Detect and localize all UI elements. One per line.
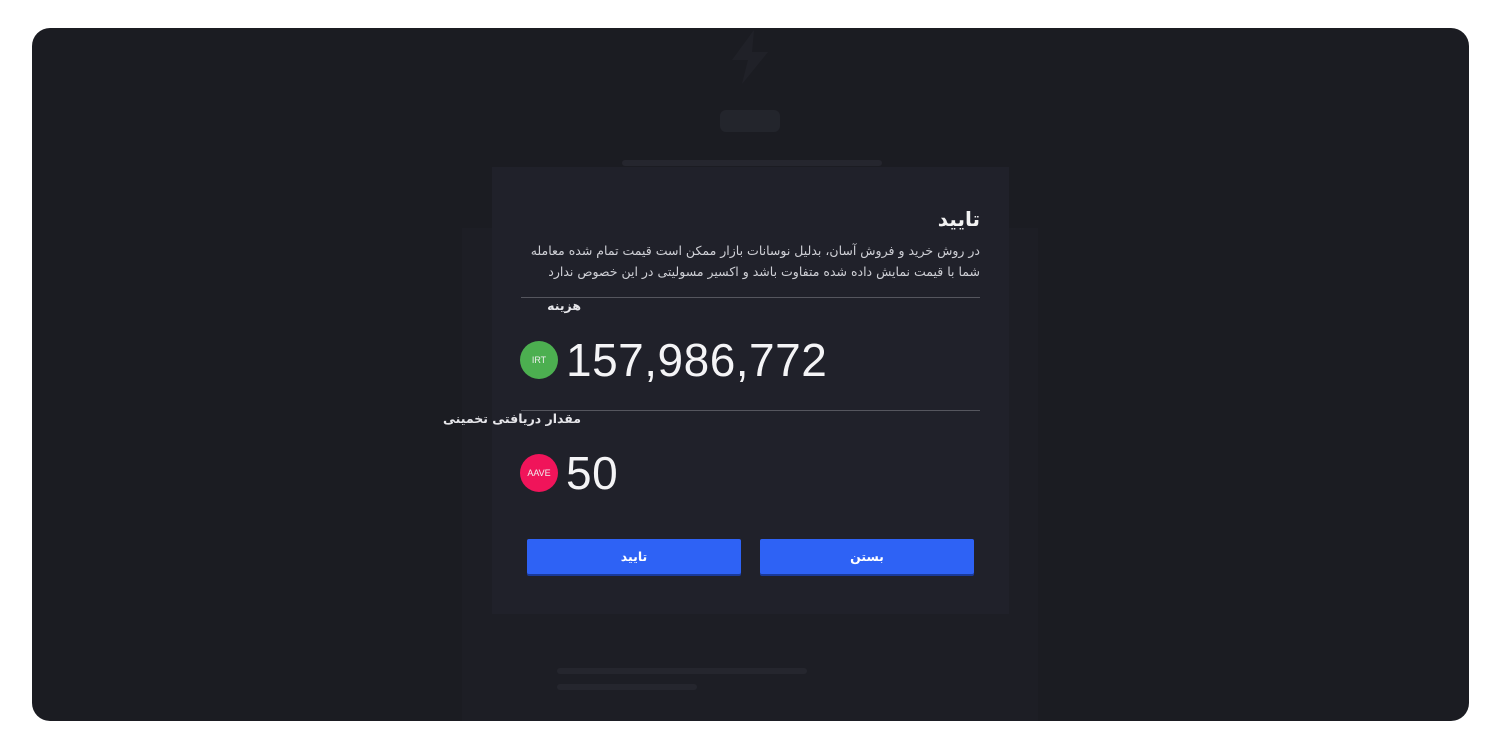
irt-coin-icon: IRT (520, 341, 558, 379)
cost-label: هزینه (547, 298, 581, 313)
aave-coin-icon: AAVE (520, 454, 558, 492)
close-button[interactable]: بستن (760, 539, 974, 574)
background-footer-line (557, 684, 697, 690)
background-subtitle (622, 160, 882, 166)
divider (521, 297, 980, 298)
background-footer-line (557, 668, 807, 674)
receive-amount: 50 (566, 447, 619, 499)
dialog-description: در روش خرید و فروش آسان، بدلیل نوسانات ب… (530, 243, 980, 279)
receive-amount-row: AAVE 50 (520, 446, 618, 500)
app-window: تایید در روش خرید و فروش آسان، بدلیل نوس… (32, 28, 1469, 721)
divider (521, 410, 980, 411)
confirm-dialog: تایید در روش خرید و فروش آسان، بدلیل نوس… (443, 167, 1009, 614)
confirm-button[interactable]: تایید (527, 539, 741, 574)
cost-amount: 157,986,772 (566, 334, 828, 386)
lightning-bolt-icon (732, 30, 768, 84)
cost-amount-row: IRT 157,986,772 (520, 333, 827, 387)
dialog-title: تایید (937, 207, 980, 231)
background-brand-logo (720, 110, 780, 132)
estimated-receive-label: مقدار دریافتی تخمینی (442, 411, 581, 426)
